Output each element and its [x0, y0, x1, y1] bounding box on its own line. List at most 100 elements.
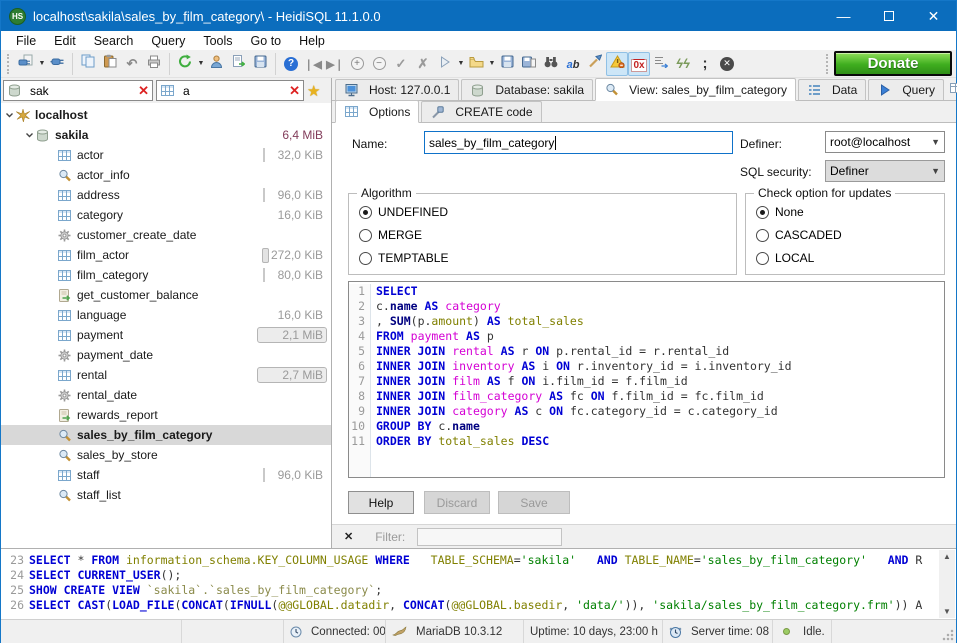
- insert-row-button[interactable]: +: [346, 52, 368, 76]
- menu-help[interactable]: Help: [290, 33, 334, 49]
- dropdown-arrow-icon[interactable]: ▼: [197, 60, 205, 67]
- table-filter-input[interactable]: a ✕: [156, 80, 304, 101]
- definer-combobox[interactable]: root@localhost ▼: [825, 131, 945, 153]
- tree-item-actor[interactable]: actor32,0 KiB: [1, 145, 331, 165]
- tree-item-payment_date[interactable]: payment_date: [1, 345, 331, 365]
- post-changes-button[interactable]: ✓: [390, 52, 412, 76]
- export-database-button[interactable]: [227, 52, 249, 76]
- reformat-sql-button[interactable]: [584, 52, 606, 76]
- load-sql-file-button[interactable]: [465, 52, 487, 76]
- tree-item-payment[interactable]: payment2,1 MiB: [1, 325, 331, 345]
- stop-load-button[interactable]: ✕: [716, 52, 738, 76]
- clear-table-filter-icon[interactable]: ✕: [289, 83, 300, 99]
- dropdown-arrow-icon[interactable]: ▼: [488, 60, 496, 67]
- tree-item-localhost[interactable]: localhost: [1, 105, 331, 125]
- tree-item-sales_by_film_category[interactable]: sales_by_film_category: [1, 425, 331, 445]
- scroll-up-icon[interactable]: ▲: [943, 552, 951, 561]
- tree-item-film_actor[interactable]: film_actor272,0 KiB: [1, 245, 331, 265]
- session-manager-button[interactable]: [15, 52, 37, 76]
- sql-token: GROUP BY: [376, 419, 431, 434]
- tree-item-rental[interactable]: rental2,7 MiB: [1, 365, 331, 385]
- filter-input[interactable]: [417, 528, 562, 546]
- execute-sql-button[interactable]: [434, 52, 456, 76]
- tree-item-language[interactable]: language16,0 KiB: [1, 305, 331, 325]
- radio-algorithm-temptable[interactable]: TEMPTABLE: [359, 251, 726, 265]
- dropdown-arrow-icon[interactable]: ▼: [457, 60, 465, 67]
- hex-view-toggle-button[interactable]: 0x: [628, 52, 650, 76]
- cancel-editing-button[interactable]: ✗: [412, 52, 434, 76]
- donate-button[interactable]: Donate: [834, 51, 952, 76]
- dropdown-arrow-icon[interactable]: ▼: [38, 60, 46, 67]
- tree-item-rewards_report[interactable]: rewards_report: [1, 405, 331, 425]
- save-button[interactable]: Save: [498, 491, 570, 514]
- blob-warning-toggle-button[interactable]: [606, 52, 628, 76]
- menu-tools[interactable]: Tools: [194, 33, 241, 49]
- tree-item-sales_by_store[interactable]: sales_by_store: [1, 445, 331, 465]
- tab-query[interactable]: Query: [868, 79, 944, 100]
- favorites-star-icon[interactable]: ★: [307, 82, 320, 100]
- last-record-button[interactable]: ▶❘: [324, 52, 346, 76]
- tree-item-sakila[interactable]: sakila6,4 MiB: [1, 125, 331, 145]
- tab-create-code[interactable]: CREATE code: [421, 101, 541, 122]
- new-query-tab-button[interactable]: [950, 82, 957, 96]
- view-name-input[interactable]: sales_by_film_category: [424, 131, 733, 154]
- menu-edit[interactable]: Edit: [45, 33, 85, 49]
- chevron-down-icon[interactable]: [23, 131, 35, 140]
- radio-check-option-local[interactable]: LOCAL: [756, 251, 934, 265]
- help-button[interactable]: ?: [280, 52, 302, 76]
- tree-item-actor_info[interactable]: actor_info: [1, 165, 331, 185]
- menu-go-to[interactable]: Go to: [242, 33, 291, 49]
- indent-button[interactable]: [650, 52, 672, 76]
- close-filter-icon[interactable]: ✕: [344, 530, 353, 543]
- find-text-button[interactable]: [540, 52, 562, 76]
- save-blob-button[interactable]: [249, 52, 271, 76]
- refresh-button[interactable]: [174, 52, 196, 76]
- radio-check-option-cascaded[interactable]: CASCADED: [756, 228, 934, 242]
- resize-grip[interactable]: [942, 629, 954, 641]
- radio-algorithm-undefined[interactable]: UNDEFINED: [359, 205, 726, 219]
- tree-item-address[interactable]: address96,0 KiB: [1, 185, 331, 205]
- log-scrollbar[interactable]: ▲ ▼: [939, 550, 955, 618]
- database-filter-input[interactable]: sak ✕: [3, 80, 153, 101]
- discard-button[interactable]: Discard: [424, 491, 490, 514]
- delimiter-button[interactable]: ;: [694, 52, 716, 76]
- chevron-down-icon[interactable]: [3, 111, 15, 120]
- tab-options[interactable]: Options: [335, 100, 419, 123]
- tab-host-127-0-0-1[interactable]: Host: 127.0.0.1: [335, 79, 459, 100]
- menu-search[interactable]: Search: [85, 33, 143, 49]
- undo-button[interactable]: ↶: [121, 52, 143, 76]
- tree-item-category[interactable]: category16,0 KiB: [1, 205, 331, 225]
- tab-database-sakila[interactable]: Database: sakila: [461, 79, 593, 100]
- minimize-button[interactable]: —: [821, 1, 866, 31]
- kill-query-button[interactable]: ϟϟ: [672, 52, 694, 76]
- tab-view-sales-by-film-category[interactable]: View: sales_by_film_category: [595, 78, 796, 101]
- scroll-down-icon[interactable]: ▼: [943, 607, 951, 616]
- tree-item-rental_date[interactable]: rental_date: [1, 385, 331, 405]
- first-record-button[interactable]: ❘◀: [302, 52, 324, 76]
- tree-item-get_customer_balance[interactable]: get_customer_balance: [1, 285, 331, 305]
- copy-button[interactable]: [77, 52, 99, 76]
- disconnect-button[interactable]: [46, 52, 68, 76]
- maximize-button[interactable]: [866, 1, 911, 31]
- sql-security-dropdown[interactable]: Definer ▼: [825, 160, 945, 182]
- delete-row-button[interactable]: −: [368, 52, 390, 76]
- menu-file[interactable]: File: [7, 33, 45, 49]
- save-sql-as-button[interactable]: [518, 52, 540, 76]
- tree-item-staff_list[interactable]: staff_list: [1, 485, 331, 505]
- save-sql-button[interactable]: [496, 52, 518, 76]
- paste-button[interactable]: [99, 52, 121, 76]
- help-button[interactable]: Help: [348, 491, 414, 514]
- replace-text-button[interactable]: ab: [562, 52, 584, 76]
- user-manager-button[interactable]: [205, 52, 227, 76]
- radio-check-option-none[interactable]: None: [756, 205, 934, 219]
- radio-algorithm-merge[interactable]: MERGE: [359, 228, 726, 242]
- view-select-sql-editor[interactable]: 1SELECT2c.name AS category3, SUM(p.amoun…: [348, 281, 945, 478]
- tree-item-customer_create_date[interactable]: customer_create_date: [1, 225, 331, 245]
- close-button[interactable]: ✕: [911, 1, 956, 31]
- tree-item-film_category[interactable]: film_category80,0 KiB: [1, 265, 331, 285]
- print-button[interactable]: [143, 52, 165, 76]
- tree-item-staff[interactable]: staff96,0 KiB: [1, 465, 331, 485]
- tab-data[interactable]: Data: [798, 79, 866, 100]
- clear-database-filter-icon[interactable]: ✕: [138, 83, 149, 99]
- menu-query[interactable]: Query: [142, 33, 194, 49]
